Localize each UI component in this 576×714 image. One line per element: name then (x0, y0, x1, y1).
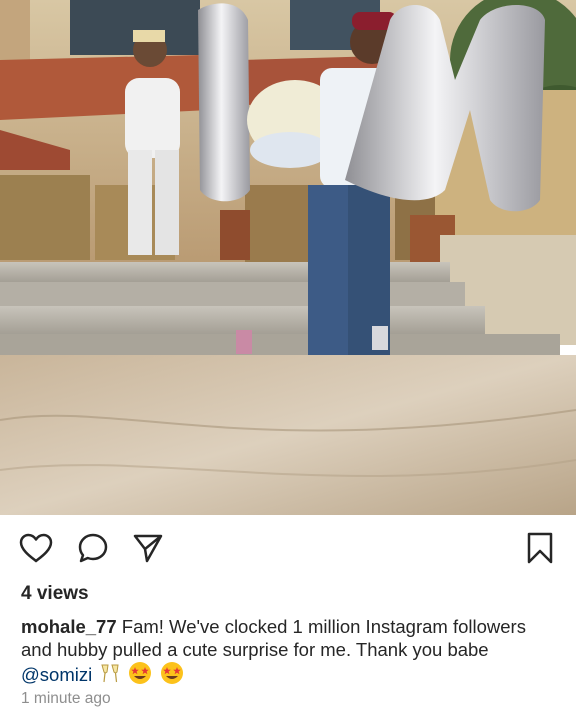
post-caption: mohale_77 Fam! We've clocked 1 million I… (21, 615, 556, 690)
post-timestamp: 1 minute ago (21, 690, 111, 707)
star-struck-face-icon (128, 661, 152, 690)
heart-icon[interactable] (19, 531, 53, 565)
bookmark-icon[interactable] (523, 531, 557, 565)
star-struck-face-icon (160, 661, 184, 690)
view-count[interactable]: 4 views (21, 583, 89, 605)
champagne-glasses-icon (99, 663, 121, 690)
paper-plane-icon[interactable] (131, 531, 165, 565)
post-photo[interactable] (0, 0, 576, 515)
comment-bubble-icon[interactable] (76, 531, 110, 565)
caption-username[interactable]: mohale_77 (21, 616, 117, 637)
mention-link[interactable]: @somizi (21, 664, 92, 685)
